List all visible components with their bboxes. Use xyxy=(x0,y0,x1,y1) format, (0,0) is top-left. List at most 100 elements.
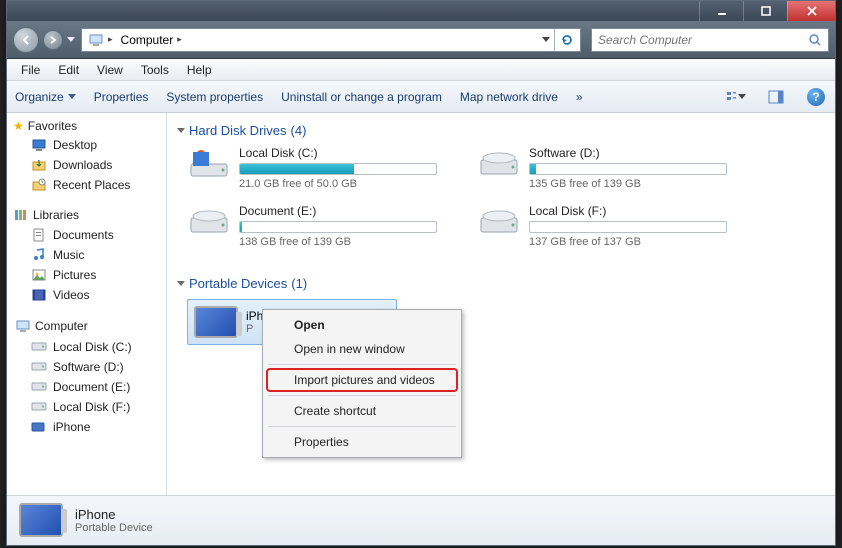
portable-device-icon xyxy=(19,503,63,539)
toolbar-properties[interactable]: Properties xyxy=(94,90,149,104)
sidebar-item-label: Local Disk (F:) xyxy=(53,400,130,414)
toolbar-uninstall[interactable]: Uninstall or change a program xyxy=(281,90,442,104)
refresh-button[interactable] xyxy=(554,29,578,51)
sidebar-item-recent[interactable]: Recent Places xyxy=(11,175,166,195)
drive-usage-bar xyxy=(529,163,727,175)
menu-help[interactable]: Help xyxy=(179,61,220,79)
sidebar-item-downloads[interactable]: Downloads xyxy=(11,155,166,175)
search-icon xyxy=(808,33,822,47)
sidebar-item-documents[interactable]: Documents xyxy=(11,225,166,245)
sidebar-item-label: Videos xyxy=(53,288,89,302)
drive-free-text: 137 GB free of 137 GB xyxy=(529,236,727,248)
menu-edit[interactable]: Edit xyxy=(50,61,87,79)
sidebar-item-music[interactable]: Music xyxy=(11,245,166,265)
drive-icon xyxy=(187,146,231,182)
address-dropdown-icon[interactable] xyxy=(542,37,550,42)
portable-device-icon xyxy=(194,306,238,338)
toolbar-overflow[interactable]: » xyxy=(576,90,583,104)
sidebar-item-iphone[interactable]: iPhone xyxy=(11,417,166,437)
sidebar-item-videos[interactable]: Videos xyxy=(11,285,166,305)
drive-item[interactable]: Local Disk (C:)21.0 GB free of 50.0 GB xyxy=(187,146,437,190)
drive-usage-bar xyxy=(529,221,727,233)
context-menu-item[interactable]: Open in new window xyxy=(266,337,458,361)
sidebar-item-pictures[interactable]: Pictures xyxy=(11,265,166,285)
context-menu: OpenOpen in new window Import pictures an… xyxy=(262,309,462,458)
sidebar-item-label: Downloads xyxy=(53,158,112,172)
view-mode-button[interactable] xyxy=(725,86,747,108)
group-label: Portable Devices xyxy=(189,276,287,291)
organize-menu[interactable]: Organize xyxy=(15,90,76,104)
documents-icon xyxy=(31,227,47,243)
device-icon xyxy=(31,419,47,435)
preview-pane-button[interactable] xyxy=(765,86,787,108)
sidebar-item-label: iPhone xyxy=(53,420,90,434)
maximize-button[interactable] xyxy=(743,1,787,21)
menu-view[interactable]: View xyxy=(89,61,131,79)
back-button[interactable] xyxy=(13,27,39,53)
history-dropdown[interactable] xyxy=(65,30,77,50)
sidebar-item-label: Desktop xyxy=(53,138,97,152)
drive-item[interactable]: Software (D:)135 GB free of 139 GB xyxy=(477,146,727,190)
toolbar-map-drive[interactable]: Map network drive xyxy=(460,90,558,104)
details-title: iPhone xyxy=(75,507,153,522)
group-header-portable[interactable]: Portable Devices (1) xyxy=(177,276,825,291)
collapse-icon xyxy=(177,128,185,133)
sidebar-computer-header[interactable]: Computer xyxy=(11,315,166,337)
drive-item[interactable]: Local Disk (F:) 137 GB free of 137 GB xyxy=(477,204,727,248)
menubar: File Edit View Tools Help xyxy=(7,59,835,81)
group-count: (4) xyxy=(291,123,307,138)
address-bar[interactable]: ▸ Computer ▸ xyxy=(81,28,581,52)
sidebar-item-label: Documents xyxy=(53,228,114,242)
details-subtitle: Portable Device xyxy=(75,522,153,534)
chevron-down-icon xyxy=(738,94,746,99)
search-input[interactable] xyxy=(598,33,808,47)
computer-icon xyxy=(15,318,31,334)
drive-icon xyxy=(477,146,521,182)
help-button[interactable]: ? xyxy=(805,86,827,108)
drive-item[interactable]: Document (E:)138 GB free of 139 GB xyxy=(187,204,437,248)
drive-name: Document (E:) xyxy=(239,204,437,218)
sidebar-item-disk-c[interactable]: Local Disk (C:) xyxy=(11,337,166,357)
sidebar-item-desktop[interactable]: Desktop xyxy=(11,135,166,155)
collapse-icon xyxy=(177,281,185,286)
videos-icon xyxy=(31,287,47,303)
breadcrumb-label: Computer xyxy=(121,33,174,47)
sidebar-item-disk-f[interactable]: Local Disk (F:) xyxy=(11,397,166,417)
sidebar-item-label: Music xyxy=(53,248,84,262)
drive-name: Local Disk (C:) xyxy=(239,146,437,160)
drive-icon xyxy=(477,204,521,240)
organize-label: Organize xyxy=(15,90,64,104)
libraries-icon xyxy=(13,207,29,223)
sidebar-favorites-header[interactable]: ★ Favorites xyxy=(11,117,166,135)
sidebar-libraries-header[interactable]: Libraries xyxy=(11,205,166,225)
minimize-button[interactable] xyxy=(699,1,743,21)
breadcrumb-root[interactable]: ▸ xyxy=(84,32,117,48)
context-menu-item[interactable]: Create shortcut xyxy=(266,399,458,423)
sidebar-item-disk-e[interactable]: Document (E:) xyxy=(11,377,166,397)
context-menu-item[interactable]: Import pictures and videos xyxy=(266,368,458,392)
forward-button[interactable] xyxy=(43,30,63,50)
sidebar-computer-label: Computer xyxy=(35,319,88,333)
close-button[interactable] xyxy=(787,1,835,21)
group-header-hdd[interactable]: Hard Disk Drives (4) xyxy=(177,123,825,138)
drive-icon xyxy=(31,339,47,355)
context-menu-item[interactable]: Properties xyxy=(266,430,458,454)
search-bar[interactable] xyxy=(591,28,829,52)
recent-icon xyxy=(31,177,47,193)
toolbar-system-properties[interactable]: System properties xyxy=(166,90,263,104)
menu-file[interactable]: File xyxy=(13,61,48,79)
sidebar-item-label: Local Disk (C:) xyxy=(53,340,132,354)
menu-tools[interactable]: Tools xyxy=(133,61,177,79)
details-pane: iPhone Portable Device xyxy=(7,495,835,545)
sidebar-item-label: Pictures xyxy=(53,268,96,282)
breadcrumb-computer[interactable]: Computer ▸ xyxy=(117,33,186,47)
explorer-window: ▸ Computer ▸ File Edit View Tools Help xyxy=(6,0,836,546)
drive-icon xyxy=(31,399,47,415)
context-menu-item[interactable]: Open xyxy=(266,313,458,337)
sidebar-item-disk-d[interactable]: Software (D:) xyxy=(11,357,166,377)
drive-name: Local Disk (F:) xyxy=(529,204,727,218)
sidebar-favorites-label: Favorites xyxy=(28,119,77,133)
music-icon xyxy=(31,247,47,263)
pictures-icon xyxy=(31,267,47,283)
menu-separator xyxy=(268,426,456,427)
